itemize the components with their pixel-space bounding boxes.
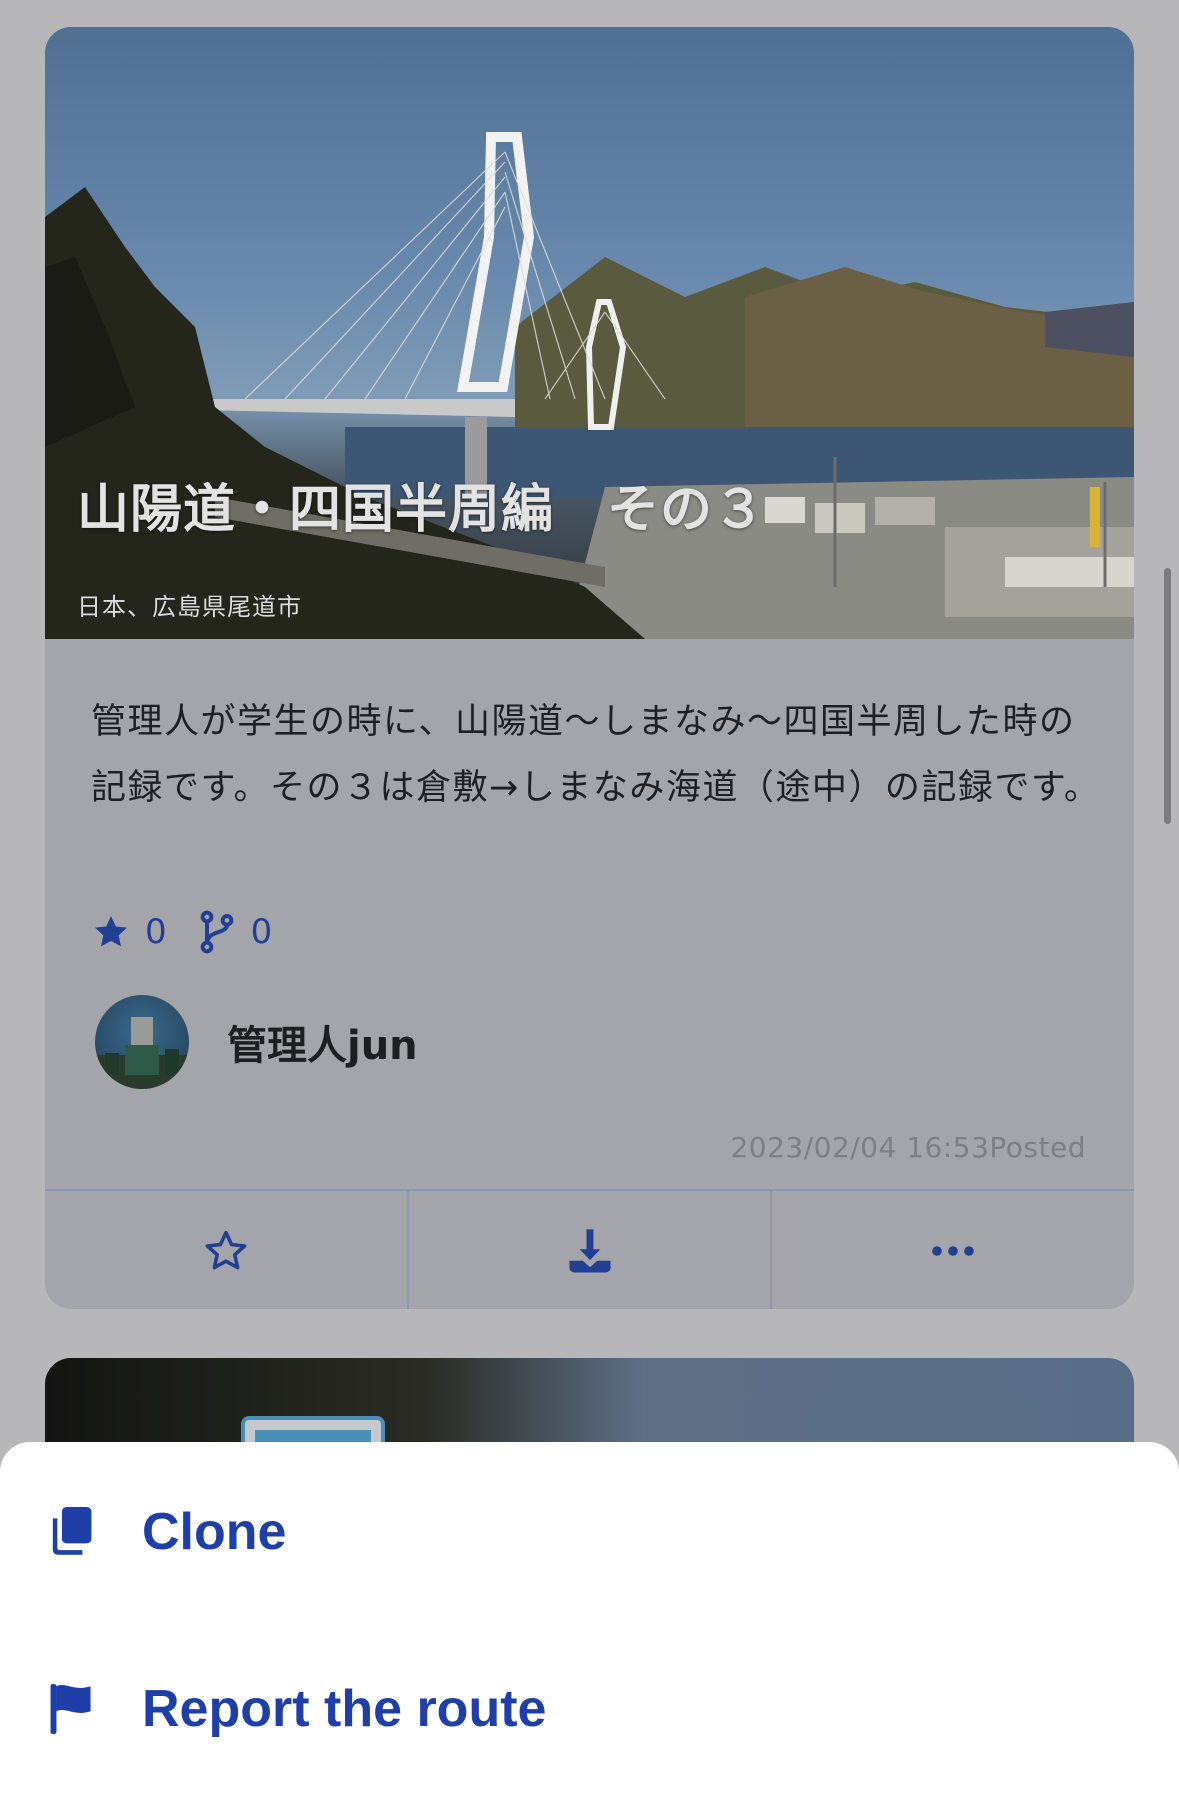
more-button[interactable] (772, 1191, 1134, 1309)
copy-icon (52, 1507, 92, 1555)
author-avatar[interactable] (95, 995, 189, 1089)
avatar-photo (95, 1017, 189, 1089)
route-stats: 0 0 (91, 907, 302, 957)
fork-count: 0 (197, 910, 273, 954)
clone-option[interactable]: Clone (46, 1487, 1136, 1577)
download-button[interactable] (409, 1191, 773, 1309)
author-name[interactable]: 管理人jun (227, 1013, 418, 1071)
route-card-body: 管理人が学生の時に、山陽道〜しまなみ〜四国半周した時の記録です。その３は倉敷→し… (45, 639, 1134, 1217)
posted-timestamp: 2023/02/04 16:53Posted (730, 1131, 1086, 1164)
route-cover-photo[interactable]: 山陽道・四国半周編 その３ 日本、広島県尾道市 (45, 27, 1134, 639)
star-count: 0 (91, 912, 167, 952)
star-count-value: 0 (145, 912, 167, 952)
clone-label[interactable]: Clone (142, 1502, 286, 1562)
more-icon (932, 1246, 974, 1256)
author-info[interactable]: 管理人jun (95, 995, 418, 1089)
download-icon (568, 1229, 611, 1273)
route-title: 山陽道・四国半周編 その３ (77, 480, 767, 540)
route-card-actions (45, 1189, 1134, 1309)
scroll-indicator[interactable] (1164, 568, 1171, 824)
report-route-label[interactable]: Report the route (142, 1679, 546, 1739)
route-location: 日本、広島県尾道市 (77, 593, 302, 621)
star-outline-icon (205, 1230, 247, 1270)
route-description: 管理人が学生の時に、山陽道〜しまなみ〜四国半周した時の記録です。その３は倉敷→し… (91, 702, 1101, 808)
fork-icon (200, 910, 233, 954)
star-filled-icon (95, 916, 127, 947)
fork-count-value: 0 (250, 912, 273, 952)
route-card[interactable]: 山陽道・四国半周編 その３ 日本、広島県尾道市 管理人が学生の時に、山陽道〜しま… (45, 27, 1134, 1309)
bridge-landscape-image (45, 132, 1134, 639)
star-button[interactable] (45, 1191, 409, 1309)
flag-icon (50, 1684, 91, 1734)
report-route-option[interactable]: Report the route (46, 1664, 1136, 1754)
